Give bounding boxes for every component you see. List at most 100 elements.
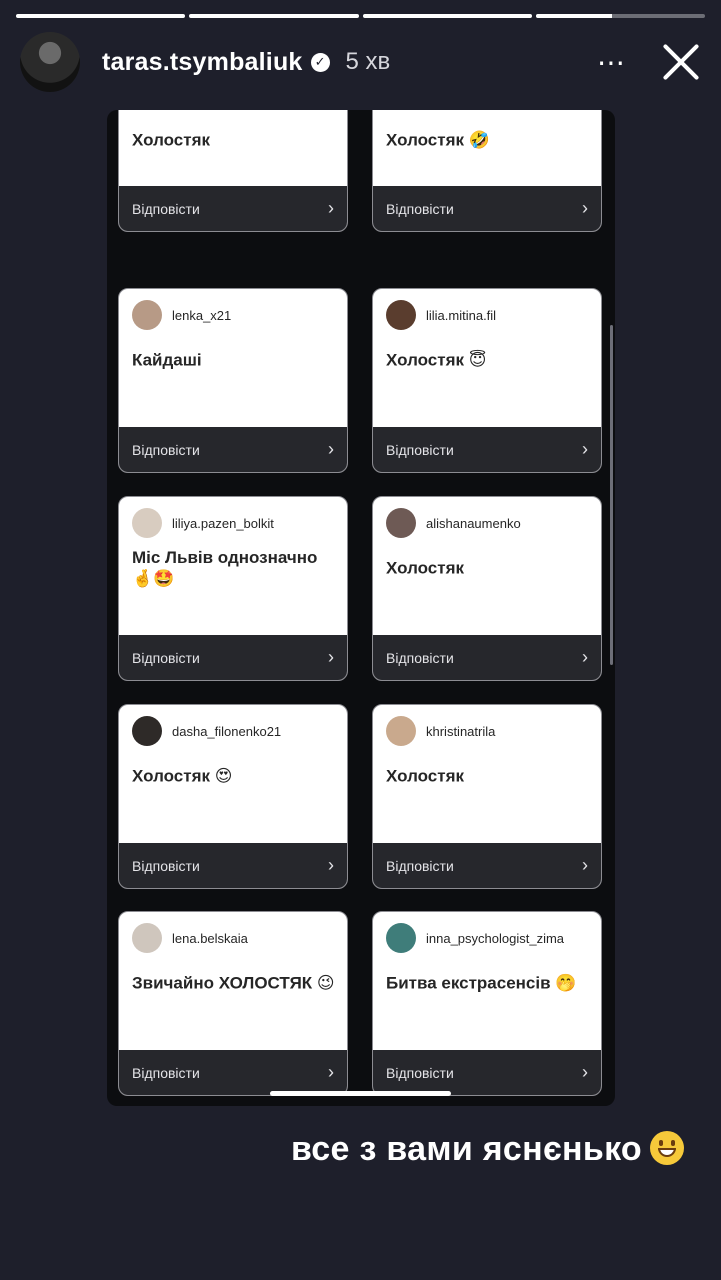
reply-message: Битва екстрасенсів 🤭	[386, 973, 577, 993]
reply-message: Холостяк 😇	[386, 350, 487, 370]
reply-button[interactable]: Відповісти ›	[119, 427, 347, 472]
reply-button[interactable]: Відповісти ›	[373, 1050, 601, 1095]
reply-card-body: alishanaumenko Холостяк	[373, 497, 601, 635]
reply-button-label: Відповісти	[132, 857, 200, 874]
reply-card-body: lena.belskaia Звичайно ХОЛОСТЯК 😉	[119, 912, 347, 1050]
profile-avatar[interactable]	[20, 32, 80, 92]
reply-card[interactable]: inna_psychologist_zima Битва екстрасенсів…	[372, 911, 602, 1096]
reply-card-body: inna_psychologist_zima Битва екстрасенсів…	[373, 912, 601, 1050]
home-indicator	[270, 1091, 451, 1096]
reply-message: Холостяк	[386, 558, 465, 578]
reply-button[interactable]: Відповісти ›	[119, 186, 347, 231]
reply-message: Холостяк 😍	[132, 766, 233, 786]
reply-author: alishanaumenko	[386, 508, 521, 538]
caption-text: все з вами яснєнько	[290, 1130, 642, 1168]
reply-card[interactable]: Холостяк Відповісти ›	[118, 110, 348, 232]
reply-author: lenka_x21	[132, 300, 231, 330]
author-username: khristinatrila	[426, 723, 496, 739]
more-options-icon[interactable]: ⋯	[597, 46, 627, 79]
author-avatar	[132, 300, 162, 330]
reply-card-body: lilia.mitina.fil Холостяк 😇	[373, 289, 601, 427]
reply-button-label: Відповісти	[386, 1064, 454, 1081]
chevron-right-icon: ›	[582, 1062, 588, 1082]
chevron-right-icon: ›	[328, 439, 334, 459]
progress-segment	[362, 14, 532, 18]
author-username: lenka_x21	[172, 307, 232, 323]
reply-card[interactable]: dasha_filonenko21 Холостяк 😍 Відповісти ›	[118, 704, 348, 889]
chevron-right-icon: ›	[582, 647, 588, 667]
reply-message: Холостяк 🤣	[386, 130, 490, 150]
reply-author: liliya.pazen_bolkit	[132, 508, 274, 538]
progress-segment	[189, 14, 359, 18]
progress-segment	[535, 14, 705, 18]
grinning-emoji-icon	[650, 1131, 684, 1165]
author-avatar	[386, 508, 416, 538]
verified-badge-icon: ✓	[310, 52, 330, 72]
chevron-right-icon: ›	[328, 855, 334, 875]
story-username[interactable]: taras.tsymbaliuk	[102, 48, 303, 77]
reply-message: Міс Львів однозначно 🤞🤩	[132, 548, 318, 588]
story-progress-bar	[16, 14, 705, 18]
reply-card-body: dasha_filonenko21 Холостяк 😍	[119, 705, 347, 843]
reply-card[interactable]: liliya.pazen_bolkit Міс Львів однозначно …	[118, 496, 348, 681]
reply-card-body: Холостяк	[119, 110, 347, 186]
reply-button-label: Відповісти	[386, 857, 454, 874]
author-username: inna_psychologist_zima	[426, 930, 565, 946]
question-replies-grid: Холостяк Відповісти › Холостяк 🤣 Відповісти ›…	[107, 110, 615, 1106]
reply-button-label: Відповісти	[132, 649, 200, 666]
chevron-right-icon: ›	[582, 439, 588, 459]
reply-button[interactable]: Відповісти ›	[373, 427, 601, 472]
reply-button[interactable]: Відповісти ›	[119, 1050, 347, 1095]
chevron-right-icon: ›	[582, 198, 588, 218]
scrollbar	[610, 325, 613, 665]
reply-author: inna_psychologist_zima	[386, 923, 564, 953]
reply-card-body: liliya.pazen_bolkit Міс Львів однозначно …	[119, 497, 347, 635]
story-time: 5 хв	[345, 48, 391, 75]
reply-card[interactable]: lena.belskaia Звичайно ХОЛОСТЯК 😉 Відповіс…	[118, 911, 348, 1096]
reply-author: lilia.mitina.fil	[386, 300, 496, 330]
reply-card-body: khristinatrila Холостяк	[373, 705, 601, 843]
reply-card[interactable]: lenka_x21 Кайдаші Відповісти ›	[118, 288, 348, 473]
reply-card[interactable]: khristinatrila Холостяк Відповісти ›	[372, 704, 602, 889]
reply-card-body: lenka_x21 Кайдаші	[119, 289, 347, 427]
author-avatar	[132, 923, 162, 953]
reply-message: Холостяк	[386, 766, 465, 786]
reply-button-label: Відповісти	[132, 441, 200, 458]
reply-author: lena.belskaia	[132, 923, 248, 953]
author-avatar	[132, 508, 162, 538]
reply-card-body: Холостяк 🤣	[373, 110, 601, 186]
author-avatar	[386, 716, 416, 746]
reply-button-label: Відповісти	[386, 441, 454, 458]
reply-button-label: Відповісти	[386, 649, 454, 666]
screenshot-panel: Холостяк Відповісти › Холостяк 🤣 Відповісти ›…	[107, 110, 615, 1106]
reply-button-label: Відповісти	[386, 200, 454, 217]
chevron-right-icon: ›	[328, 1062, 334, 1082]
reply-button[interactable]: Відповісти ›	[373, 186, 601, 231]
reply-button[interactable]: Відповісти ›	[119, 843, 347, 888]
story-header: taras.tsymbaliuk ✓ 5 хв ⋯	[20, 32, 701, 92]
reply-button[interactable]: Відповісти ›	[373, 843, 601, 888]
author-username: liliya.pazen_bolkit	[172, 515, 274, 531]
reply-button[interactable]: Відповісти ›	[373, 635, 601, 680]
reply-card[interactable]: lilia.mitina.fil Холостяк 😇 Відповісти ›	[372, 288, 602, 473]
author-username: lilia.mitina.fil	[426, 307, 497, 323]
reply-card[interactable]: Холостяк 🤣 Відповісти ›	[372, 110, 602, 232]
close-icon[interactable]	[661, 42, 701, 82]
author-avatar	[386, 300, 416, 330]
chevron-right-icon: ›	[328, 198, 334, 218]
reply-button[interactable]: Відповісти ›	[119, 635, 347, 680]
reply-button-label: Відповісти	[132, 1064, 200, 1081]
reply-button-label: Відповісти	[132, 200, 200, 217]
author-username: dasha_filonenko21	[172, 723, 282, 739]
reply-message: Кайдаші	[132, 350, 202, 370]
reply-author: khristinatrila	[386, 716, 495, 746]
chevron-right-icon: ›	[582, 855, 588, 875]
author-avatar	[132, 716, 162, 746]
chevron-right-icon: ›	[328, 647, 334, 667]
author-username: lena.belskaia	[172, 930, 248, 946]
progress-segment	[16, 14, 186, 18]
author-username: alishanaumenko	[426, 515, 521, 531]
reply-card[interactable]: alishanaumenko Холостяк Відповісти ›	[372, 496, 602, 681]
reply-message: Звичайно ХОЛОСТЯК 😉	[132, 973, 335, 993]
reply-author: dasha_filonenko21	[132, 716, 281, 746]
